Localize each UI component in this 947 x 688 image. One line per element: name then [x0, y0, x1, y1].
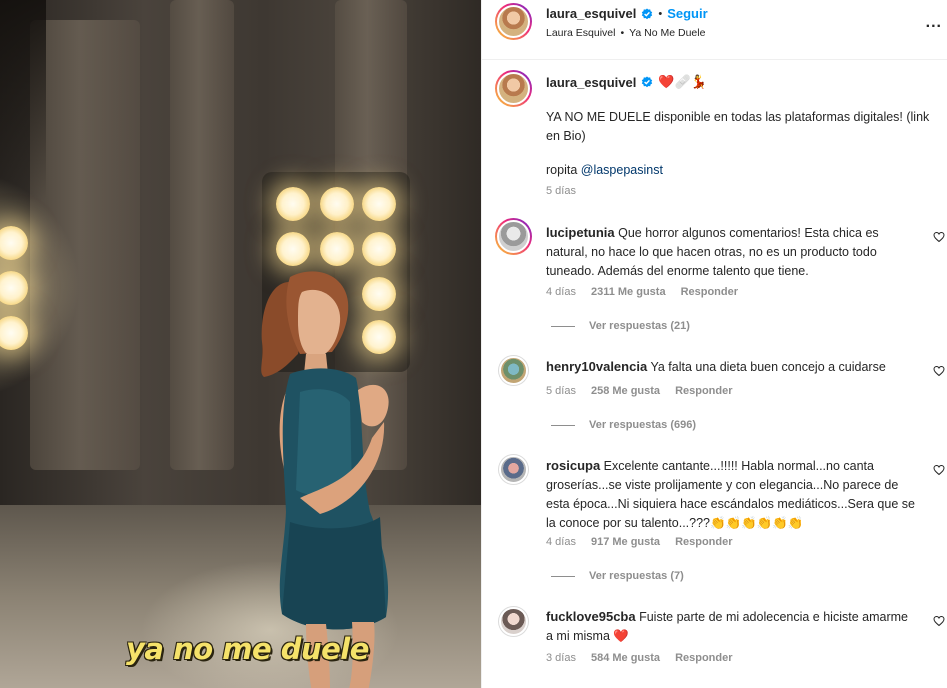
background-column — [170, 0, 234, 470]
audio-subtitle: Laura Esquivel • Ya No Me Duele — [546, 27, 705, 39]
comment-likes[interactable]: 917 Me gusta — [591, 536, 660, 548]
follow-button[interactable]: Seguir — [667, 6, 707, 21]
comment-age: 5 días — [546, 385, 576, 397]
comment-text: Ya falta una dieta buen concejo a cuidar… — [650, 360, 886, 374]
commenter-avatar[interactable] — [498, 355, 529, 386]
commenter-avatar[interactable] — [495, 218, 532, 255]
comment-meta: 4 días 2311 Me gusta Responder — [546, 286, 738, 298]
credit-prefix: ropita — [546, 163, 578, 177]
caption-text: YA NO ME DUELE disponible en todas las p… — [546, 110, 930, 143]
more-options-icon[interactable]: ... — [926, 14, 942, 32]
stage-light-bulb — [362, 232, 396, 266]
stage-light-bulb — [276, 232, 310, 266]
author-username[interactable]: laura_esquivel — [546, 6, 636, 21]
reply-button[interactable]: Responder — [681, 286, 738, 298]
credit-mention-link[interactable]: @laspepasinst — [581, 163, 663, 177]
comment-body: lucipetunia Que horror algunos comentari… — [546, 223, 916, 281]
singer-figure — [261, 271, 389, 688]
author-avatar[interactable] — [495, 3, 532, 40]
comment-age: 4 días — [546, 286, 576, 298]
reply-button[interactable]: Responder — [675, 536, 732, 548]
like-heart-icon[interactable] — [933, 231, 945, 243]
artist-name[interactable]: Laura Esquivel — [546, 27, 615, 39]
stage-light-bulb — [320, 187, 354, 221]
caption-credit: ropita @laspepasinst — [546, 161, 663, 180]
view-replies-button[interactable]: Ver respuestas (696) — [551, 419, 696, 431]
comment-body: henry10valencia Ya falta una dieta buen … — [546, 357, 916, 377]
comment-text: Excelente cantante...!!!!! Habla normal.… — [546, 459, 915, 530]
comment-meta: 4 días 917 Me gusta Responder — [546, 536, 733, 548]
comment-body: rosicupa Excelente cantante...!!!!! Habl… — [546, 456, 916, 533]
stage-light-bulb — [362, 187, 396, 221]
view-replies-label: Ver respuestas (7) — [589, 570, 684, 582]
replies-line — [551, 325, 575, 327]
comment-likes[interactable]: 2311 Me gusta — [591, 286, 666, 298]
verified-badge-icon — [642, 76, 653, 88]
comment-username[interactable]: henry10valencia — [546, 359, 647, 374]
comment-body: fucklove95cba Fuiste parte de mi adolece… — [546, 607, 916, 646]
caption-username[interactable]: laura_esquivel — [546, 75, 636, 90]
post-side-panel: laura_esquivel • Seguir Laura Esquivel •… — [481, 0, 947, 688]
comment-age: 3 días — [546, 652, 576, 664]
author-avatar[interactable] — [495, 70, 532, 107]
reply-button[interactable]: Responder — [675, 652, 732, 664]
view-replies-button[interactable]: Ver respuestas (7) — [551, 570, 684, 582]
stage-light-bulb — [320, 232, 354, 266]
like-heart-icon[interactable] — [933, 615, 945, 627]
song-name[interactable]: Ya No Me Duele — [629, 27, 705, 39]
caption-header: laura_esquivel ❤️🩹💃 — [546, 74, 707, 90]
comment-age: 4 días — [546, 536, 576, 548]
commenter-avatar[interactable] — [498, 606, 529, 637]
comment-username[interactable]: lucipetunia — [546, 225, 615, 240]
comment-meta: 3 días 584 Me gusta Responder — [546, 652, 733, 664]
caption-emojis: ❤️🩹💃 — [658, 74, 707, 89]
video-subtitle-caption: ya no me duele — [126, 632, 369, 666]
post-header: laura_esquivel • Seguir Laura Esquivel •… — [482, 0, 947, 60]
like-heart-icon[interactable] — [933, 365, 945, 377]
view-replies-label: Ver respuestas (21) — [589, 320, 690, 332]
comment-likes[interactable]: 258 Me gusta — [591, 385, 660, 397]
replies-line — [551, 424, 575, 426]
view-replies-button[interactable]: Ver respuestas (21) — [551, 320, 690, 332]
comment-likes[interactable]: 584 Me gusta — [591, 652, 660, 664]
verified-badge-icon — [642, 8, 653, 19]
comment-username[interactable]: rosicupa — [546, 458, 600, 473]
comment-username[interactable]: fucklove95cba — [546, 609, 636, 624]
header-title-row: laura_esquivel • Seguir — [546, 6, 708, 21]
stage-light-bulb — [276, 187, 310, 221]
video-player[interactable]: ya no me duele — [0, 0, 481, 688]
post-age: 5 días — [546, 185, 576, 197]
like-heart-icon[interactable] — [933, 464, 945, 476]
comment-meta: 5 días 258 Me gusta Responder — [546, 385, 733, 397]
replies-line — [551, 575, 575, 577]
view-replies-label: Ver respuestas (696) — [589, 419, 697, 431]
commenter-avatar[interactable] — [498, 454, 529, 485]
separator-dot: • — [658, 7, 663, 20]
reply-button[interactable]: Responder — [675, 385, 732, 397]
separator-dot: • — [620, 27, 625, 39]
